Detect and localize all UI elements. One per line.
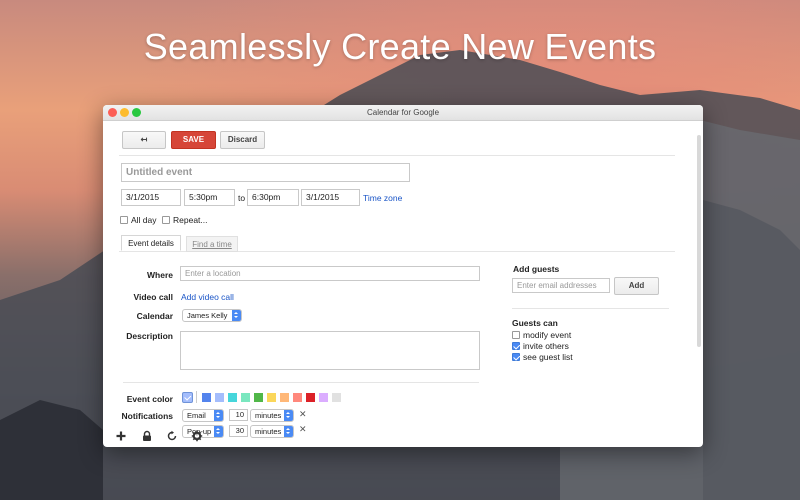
headline: Seamlessly Create New Events [143,26,657,67]
start-date-input[interactable]: 3/1/2015 [121,189,181,206]
repeat-checkbox[interactable] [162,216,170,224]
notification-method-select[interactable]: Pop-up [182,425,224,438]
event-title-input[interactable]: Untitled event [121,163,410,182]
modify-event-checkbox[interactable] [512,331,520,339]
remove-notification-icon[interactable]: ✕ [299,424,307,435]
color-swatch[interactable] [267,393,276,402]
color-swatch[interactable] [241,393,250,402]
color-swatch[interactable] [254,393,263,402]
where-input[interactable]: Enter a location [180,266,480,281]
notification-unit-select[interactable]: minutes [250,409,294,422]
tab-find-a-time[interactable]: Find a time [186,236,238,252]
color-swatch[interactable] [280,393,289,402]
notification-method-select[interactable]: Email [182,409,224,422]
refresh-icon[interactable] [166,430,178,442]
video-call-label: Video call [133,292,173,302]
invite-others-checkbox[interactable] [512,342,520,350]
remove-notification-icon[interactable]: ✕ [299,409,307,420]
end-time-input[interactable]: 6:30pm [247,189,299,206]
color-swatch[interactable] [332,393,341,402]
select-arrows-icon [232,310,241,321]
app-window: Calendar for Google ↤ SAVE Discard Untit… [103,105,703,447]
plus-icon[interactable] [115,430,127,442]
modify-event-label: modify event [523,330,572,340]
gear-icon[interactable] [191,430,203,442]
add-guest-button[interactable]: Add [614,277,659,295]
check-icon [184,394,193,403]
color-swatch[interactable] [202,393,211,402]
calendar-label: Calendar [136,311,173,321]
select-arrows-icon [284,426,293,437]
divider [123,382,479,383]
tab-event-details[interactable]: Event details [121,235,181,251]
color-swatch[interactable] [306,393,315,402]
lock-icon[interactable] [141,430,153,442]
selected-color-swatch[interactable] [182,392,193,403]
start-time-input[interactable]: 5:30pm [184,189,235,206]
divider [512,308,669,309]
repeat-label: Repeat... [173,215,208,225]
notification-amount-input[interactable]: 10 [229,409,248,421]
select-arrows-icon [214,426,223,437]
timezone-link[interactable]: Time zone [363,193,402,203]
notifications-label: Notifications [121,411,173,421]
color-swatch[interactable] [228,393,237,402]
description-textarea[interactable] [180,331,480,370]
to-label: to [238,193,246,203]
divider [119,155,675,156]
add-guests-label: Add guests [513,264,560,274]
color-separator [196,391,197,403]
discard-button[interactable]: Discard [220,131,265,149]
calendar-select[interactable]: James Kelly [182,309,242,322]
select-arrows-icon [284,410,293,421]
notification-unit-select[interactable]: minutes [250,425,294,438]
color-swatch[interactable] [215,393,224,402]
all-day-checkbox[interactable] [120,216,128,224]
guests-can-label: Guests can [512,318,558,328]
save-button[interactable]: SAVE [171,131,216,149]
add-video-call-link[interactable]: Add video call [181,292,234,302]
invite-others-label: invite others [523,341,569,351]
description-label: Description [126,331,173,341]
color-swatch[interactable] [319,393,328,402]
color-swatch[interactable] [293,393,302,402]
guest-email-input[interactable]: Enter email addresses [512,278,610,293]
title-bar: Calendar for Google [103,105,703,121]
back-arrow-icon: ↤ [140,135,148,144]
see-guest-list-checkbox[interactable] [512,353,520,361]
window-title: Calendar for Google [366,108,440,117]
notification-amount-input[interactable]: 30 [229,425,248,437]
all-day-label: All day [131,215,157,225]
where-label: Where [147,270,173,280]
event-color-label: Event color [126,394,173,404]
select-arrows-icon [214,410,223,421]
scrollbar[interactable] [697,135,701,347]
back-button[interactable]: ↤ [122,131,166,149]
end-date-input[interactable]: 3/1/2015 [301,189,360,206]
see-guest-list-label: see guest list [523,352,573,362]
